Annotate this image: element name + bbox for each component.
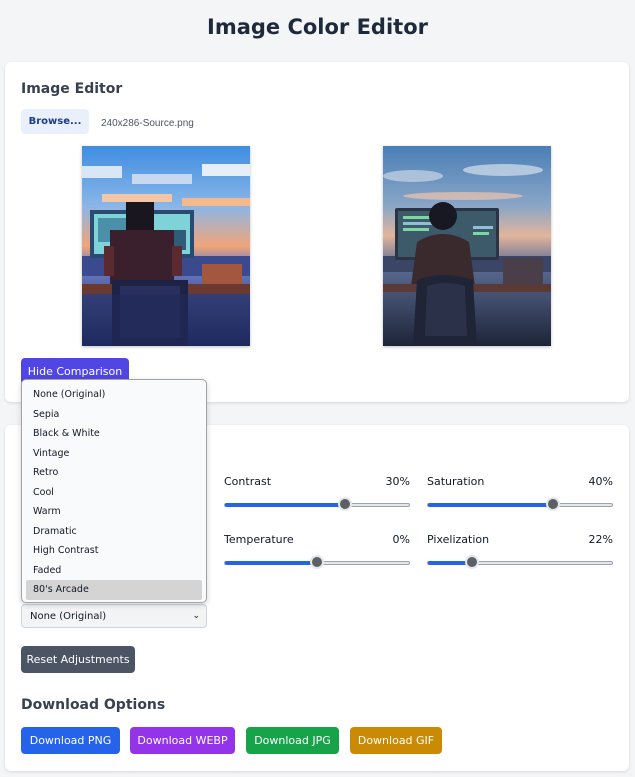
contrast-slider[interactable] <box>224 497 410 511</box>
saturation-slider[interactable] <box>427 497 613 511</box>
preset-option-high-contrast[interactable]: High Contrast <box>22 541 206 561</box>
saturation-slider-thumb[interactable] <box>546 497 561 511</box>
temperature-value: 0% <box>392 533 410 546</box>
preset-option-vintage[interactable]: Vintage <box>22 444 206 464</box>
temperature-slider-group: Temperature 0% <box>224 533 410 569</box>
contrast-value: 30% <box>385 475 410 488</box>
contrast-label: Contrast <box>224 475 272 488</box>
preset-option-warm[interactable]: Warm <box>22 502 206 522</box>
contrast-slider-group: Contrast 30% <box>224 475 410 511</box>
download-jpg-button[interactable]: Download JPG <box>246 727 339 754</box>
download-gif-button[interactable]: Download GIF <box>350 727 442 754</box>
pixelization-slider[interactable] <box>427 555 613 569</box>
saturation-label: Saturation <box>427 475 485 488</box>
download-webp-button[interactable]: Download WEBP <box>130 727 235 754</box>
preset-option-none[interactable]: None (Original) <box>22 385 206 405</box>
preset-option-faded[interactable]: Faded <box>22 561 206 581</box>
original-image-preview <box>383 146 551 346</box>
download-options-title: Download Options <box>21 697 166 713</box>
pixelization-slider-group: Pixelization 22% <box>427 533 613 569</box>
preset-option-retro[interactable]: Retro <box>22 463 206 483</box>
image-editor-card: Image Editor Browse... 240x286-Source.pn… <box>5 62 629 402</box>
saturation-slider-group: Saturation 40% <box>427 475 613 511</box>
preset-select[interactable]: None (Original) ⌄ <box>21 604 207 628</box>
preset-option-dramatic[interactable]: Dramatic <box>22 522 206 542</box>
chevron-down-icon: ⌄ <box>192 611 200 621</box>
image-editor-title: Image Editor <box>21 81 123 97</box>
edited-image-preview <box>82 146 250 346</box>
preset-option-cool[interactable]: Cool <box>22 483 206 503</box>
page-title: Image Color Editor <box>207 15 428 39</box>
browse-button[interactable]: Browse... <box>21 109 89 134</box>
temperature-slider[interactable] <box>224 555 410 569</box>
file-name-label: 240x286-Source.png <box>101 118 194 129</box>
saturation-value: 40% <box>588 475 613 488</box>
download-png-button[interactable]: Download PNG <box>21 727 120 754</box>
preset-option-80s-arcade[interactable]: 80's Arcade <box>26 580 202 600</box>
temperature-label: Temperature <box>224 533 294 546</box>
preset-dropdown-list: None (Original) Sepia Black & White Vint… <box>21 379 207 603</box>
temperature-slider-thumb[interactable] <box>310 555 324 569</box>
preset-select-value: None (Original) <box>30 610 107 622</box>
preset-option-black-white[interactable]: Black & White <box>22 424 206 444</box>
pixelization-value: 22% <box>588 533 613 546</box>
preset-option-sepia[interactable]: Sepia <box>22 405 206 425</box>
contrast-slider-thumb[interactable] <box>337 497 352 511</box>
pixelization-label: Pixelization <box>427 533 490 546</box>
reset-adjustments-button[interactable]: Reset Adjustments <box>21 646 135 673</box>
